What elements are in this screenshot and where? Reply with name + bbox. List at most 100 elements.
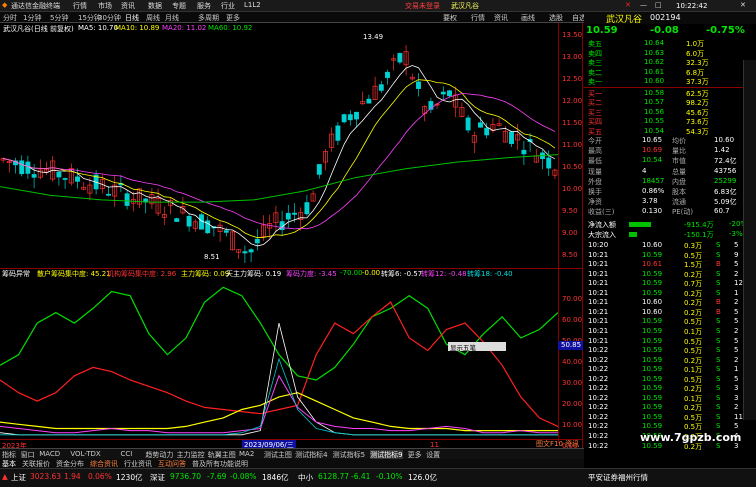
tick-volume: 0.5万 bbox=[684, 251, 703, 260]
tick-side: S bbox=[716, 403, 721, 412]
ask-row[interactable]: 卖四 10.63 6.0万 bbox=[584, 49, 756, 59]
menu-data[interactable]: 数据 bbox=[148, 1, 162, 11]
tick-time: 10:22 bbox=[588, 441, 609, 450]
tick-row: 10:22 10.59 0.2万 S 2 bbox=[584, 356, 756, 366]
side-tab-strip[interactable] bbox=[743, 60, 756, 420]
bid-row[interactable]: 买一 10.58 62.5万 bbox=[584, 89, 756, 99]
tick-volume: 0.2万 bbox=[684, 404, 703, 413]
btn-news[interactable]: 资讯 bbox=[494, 13, 508, 23]
bid-row[interactable]: 买二 10.57 98.2万 bbox=[584, 98, 756, 108]
level-price: 10.60 bbox=[644, 77, 665, 85]
indicator-tab[interactable]: MACD bbox=[39, 450, 60, 458]
ind-inst: 机构筹码集中度: 2.96 bbox=[107, 270, 177, 278]
menu-market[interactable]: 市场 bbox=[98, 1, 112, 11]
tick-row: 10:22 10.59 0.1万 S 3 bbox=[584, 394, 756, 404]
period-1min[interactable]: 1分钟 bbox=[23, 13, 41, 23]
zx-index: 6128.77 bbox=[318, 472, 350, 481]
tick-side: S bbox=[716, 393, 721, 402]
tick-time: 10:21 bbox=[588, 250, 609, 259]
level-volume: 37.3万 bbox=[686, 78, 709, 86]
tick-time: 10:21 bbox=[588, 317, 609, 326]
minimize-icon[interactable]: — bbox=[640, 1, 647, 9]
bid-row[interactable]: 买四 10.55 73.6万 bbox=[584, 117, 756, 127]
period-monthly[interactable]: 月线 bbox=[165, 13, 179, 23]
btn-draw[interactable]: 画线 bbox=[521, 13, 535, 23]
tick-count: 5 bbox=[734, 317, 739, 326]
period-5min[interactable]: 5分钟 bbox=[50, 13, 68, 23]
indicator-tab[interactable]: VOL-TDX bbox=[70, 450, 100, 458]
menu-news[interactable]: 资讯 bbox=[121, 1, 135, 11]
sh-label[interactable]: 上证 bbox=[11, 472, 26, 483]
menu-quote[interactable]: 行情 bbox=[73, 1, 87, 11]
indicator-tick: 40.00 bbox=[562, 358, 583, 366]
tick-price: 10.59 bbox=[642, 288, 663, 297]
menu-l1l2[interactable]: L1L2 bbox=[244, 1, 261, 9]
menu-industry[interactable]: 行业 bbox=[221, 1, 235, 11]
tick-row: 10:22 10.59 0.2万 S 3 bbox=[584, 384, 756, 394]
sh-index: 3023.63 bbox=[30, 472, 62, 481]
f10-link[interactable]: 图文F10 资讯 bbox=[536, 439, 584, 448]
flow-label: 大宗流入 bbox=[588, 231, 616, 239]
level-label: 卖五 bbox=[588, 40, 602, 48]
stat-value: 43756 bbox=[714, 166, 737, 175]
level-label: 买三 bbox=[588, 108, 602, 117]
ask-row[interactable]: 卖五 10.64 1.0万 bbox=[584, 39, 756, 49]
sh-amount: 1230亿 bbox=[116, 473, 143, 482]
period-tick[interactable]: 分时 bbox=[3, 13, 17, 23]
tick-price: 10.59 bbox=[642, 365, 663, 374]
price-tick: 11.00 bbox=[562, 141, 583, 149]
stat-value: 1.42 bbox=[714, 146, 730, 155]
candle-body bbox=[335, 125, 341, 141]
bid-row[interactable]: 买三 10.56 45.6万 bbox=[584, 108, 756, 118]
btn-select[interactable]: 选股 bbox=[549, 13, 563, 23]
period-30min[interactable]: 30分钟 bbox=[98, 13, 121, 23]
indicator-tabs: 指标 窗口 MACD VOL-TDX CCI 趋势动力 主力监控 轨翼主图 MA2 测试主图 测试指… bbox=[0, 448, 584, 460]
price-tick: 12.00 bbox=[562, 97, 583, 105]
candle-body bbox=[174, 218, 180, 222]
period-more[interactable]: 更多 bbox=[226, 13, 240, 23]
ask-row[interactable]: 卖二 10.61 6.8万 bbox=[584, 68, 756, 78]
period-multi[interactable]: 多周期 bbox=[198, 13, 219, 23]
close-icon[interactable]: ✕ bbox=[625, 1, 631, 9]
tick-side: B bbox=[716, 298, 721, 307]
indicator-tab[interactable]: CCI bbox=[121, 450, 133, 458]
ind-t6: 转筹6: -0.57 bbox=[381, 270, 423, 278]
stat-value: 60.7 bbox=[714, 207, 730, 216]
indicator-name[interactable]: 筹码异常 bbox=[2, 269, 30, 279]
btn-quote[interactable]: 行情 bbox=[471, 13, 485, 23]
period-weekly[interactable]: 周线 bbox=[146, 13, 160, 23]
indicator-tab[interactable]: MA2 bbox=[239, 450, 254, 458]
login-status[interactable]: 交易未登录 bbox=[405, 1, 440, 11]
bid-row[interactable]: 买五 10.54 54.3万 bbox=[584, 127, 756, 137]
window-close-icon[interactable]: ✕ bbox=[740, 1, 746, 9]
candle-body bbox=[75, 176, 80, 182]
tick-side: S bbox=[716, 317, 721, 326]
stat-label: PE(动) bbox=[672, 208, 694, 217]
tick-row: 10:20 10.60 0.3万 S 5 bbox=[584, 241, 756, 251]
sz-change: -7.69 bbox=[207, 472, 227, 481]
menu-topic[interactable]: 专题 bbox=[172, 1, 186, 11]
period-daily[interactable]: 日线 bbox=[125, 13, 139, 23]
candle-body bbox=[440, 91, 446, 95]
level-label: 买五 bbox=[588, 127, 602, 136]
candle-body bbox=[31, 174, 37, 178]
tick-row: 10:22 10.59 0.5万 S 5 bbox=[584, 375, 756, 385]
ask-row[interactable]: 卖三 10.62 32.3万 bbox=[584, 58, 756, 68]
candle-body bbox=[304, 202, 310, 215]
level-price: 10.64 bbox=[644, 39, 665, 47]
stat-value: 10.65 bbox=[642, 136, 663, 144]
kline-chart-area[interactable]: 武汉凡谷(日线 前复权) MA5: 10.70 MA10: 10.89 MA20… bbox=[0, 23, 583, 450]
title-bar: ◆ 通达信金融终端 行情 市场 资讯 数据 专题 服务 行业 L1L2 交易未登… bbox=[0, 0, 756, 12]
ask-row[interactable]: 卖一 10.60 37.3万 bbox=[584, 77, 756, 87]
tick-count: 1 bbox=[734, 365, 739, 374]
level-price: 10.56 bbox=[644, 107, 665, 116]
zx-label[interactable]: 中小 bbox=[298, 472, 313, 483]
tick-price: 10.60 bbox=[642, 307, 663, 316]
sz-label[interactable]: 深证 bbox=[150, 472, 165, 483]
maximize-icon[interactable]: □ bbox=[655, 1, 662, 9]
popup-button[interactable]: 显示五笔 bbox=[448, 342, 506, 352]
tick-price: 10.59 bbox=[642, 393, 663, 402]
tick-row: 10:21 10.59 0.1万 S 2 bbox=[584, 327, 756, 337]
btn-right[interactable]: 要权 bbox=[443, 13, 457, 23]
menu-service[interactable]: 服务 bbox=[197, 1, 211, 11]
